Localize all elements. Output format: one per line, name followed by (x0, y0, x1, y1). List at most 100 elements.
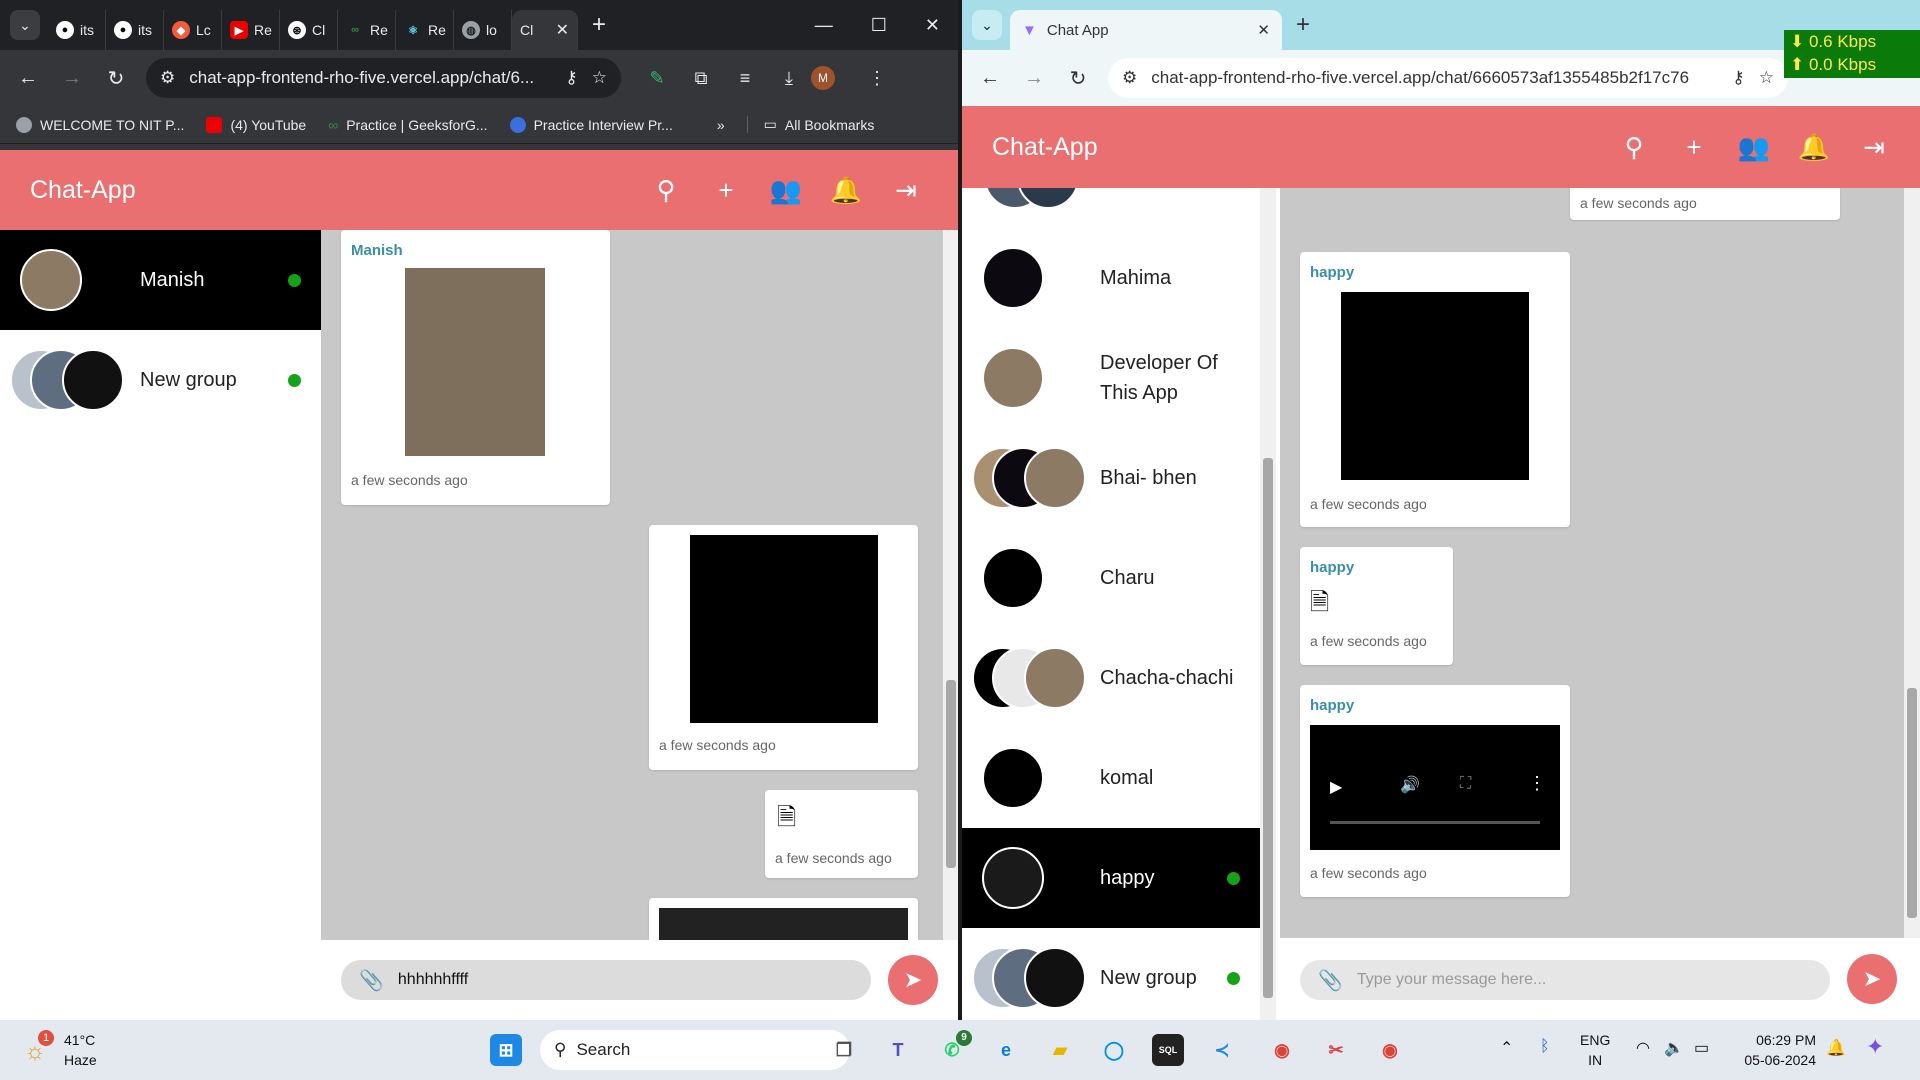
site-info-icon[interactable]: ⚙ (1122, 68, 1137, 88)
new-tab-button[interactable]: + (1296, 11, 1310, 39)
bookmark-youtube[interactable]: (4) YouTube (206, 116, 306, 133)
bell-icon[interactable]: 🔔 (1784, 132, 1844, 163)
bookmark-practice-interview[interactable]: Practice Interview Pr... (509, 116, 673, 133)
reload-icon[interactable]: ↻ (94, 66, 138, 91)
file-icon[interactable]: 🗎 (1310, 585, 1329, 626)
clock[interactable]: 06:29 PM 05-06-2024 (1740, 1030, 1816, 1070)
wifi-icon[interactable]: ◠ (1636, 1038, 1650, 1058)
chat-item-mahima[interactable]: Mahima (962, 228, 1260, 328)
bookmark-star-icon[interactable]: ☆ (1759, 68, 1774, 88)
bookmark-nit[interactable]: WELCOME TO NIT P... (16, 116, 184, 133)
extensions-icon[interactable]: ⧉ (679, 68, 723, 89)
windows-start-icon[interactable]: ⊞ (490, 1034, 522, 1066)
task-view-icon[interactable]: ❐ (828, 1034, 860, 1066)
chat-item-new-group[interactable]: New group (962, 928, 1260, 1020)
chat-item-manish[interactable]: Manish (0, 230, 321, 330)
image-attachment[interactable] (1341, 292, 1529, 480)
scrollbar-thumb[interactable] (1263, 458, 1273, 998)
scrollbar-thumb[interactable] (946, 680, 956, 868)
attach-icon[interactable]: 📎 (359, 968, 384, 993)
tray-overflow-icon[interactable]: ⌃ (1500, 1038, 1513, 1058)
add-icon[interactable]: + (1664, 132, 1724, 163)
forward-icon[interactable]: → (50, 67, 94, 90)
whatsapp-icon[interactable]: ✆ 9 (936, 1030, 972, 1066)
video-attachment[interactable] (659, 908, 908, 940)
close-tab-icon[interactable]: ✕ (556, 20, 569, 40)
teams-icon[interactable]: T (882, 1034, 914, 1066)
new-tab-button[interactable]: + (592, 11, 606, 39)
weather-text[interactable]: 41°C Haze (64, 1030, 97, 1070)
video-progress-bar[interactable] (1330, 821, 1540, 824)
chrome-profile-icon[interactable]: ◉ (1374, 1034, 1406, 1066)
video-player[interactable]: ▶ 🔊 ⛶ ⋮ (1310, 725, 1560, 850)
back-icon[interactable]: ← (968, 67, 1012, 90)
close-window-icon[interactable]: ✕ (925, 15, 940, 36)
minimize-icon[interactable]: — (815, 15, 833, 36)
back-icon[interactable]: ← (6, 67, 50, 90)
tab[interactable]: ∞ Re (338, 10, 396, 50)
logout-icon[interactable]: ⇥ (1844, 132, 1904, 163)
search-icon[interactable]: ⚲ (1604, 132, 1664, 163)
chat-list-scrollbar[interactable] (1260, 188, 1276, 1020)
password-key-icon[interactable]: ⚷ (1732, 68, 1744, 88)
download-icon[interactable]: ⤓ (767, 68, 811, 89)
pen-extension-icon[interactable]: ✎ (635, 68, 679, 89)
message-input[interactable]: 📎 hhhhhhffff (341, 960, 871, 1000)
volume-icon[interactable]: 🔊 (1400, 775, 1420, 795)
message-scrollbar[interactable] (1904, 188, 1920, 938)
search-icon[interactable]: ⚲ (636, 175, 696, 206)
vscode-icon[interactable]: ≺ (1206, 1034, 1238, 1066)
tab[interactable]: ◆ Lc (164, 10, 222, 50)
profile-button[interactable]: M (811, 66, 855, 90)
more-options-icon[interactable]: ⋮ (1528, 773, 1546, 794)
close-tab-icon[interactable]: ✕ (1257, 21, 1270, 39)
send-button[interactable]: ➤ (888, 955, 938, 1005)
all-bookmarks-button[interactable]: ▭ All Bookmarks (746, 116, 874, 133)
fullscreen-icon[interactable]: ⛶ (1460, 775, 1471, 793)
bookmarks-overflow-icon[interactable]: » (717, 117, 725, 133)
bluetooth-icon[interactable]: ᛒ (1540, 1038, 1550, 1056)
language-indicator[interactable]: ENG IN (1580, 1030, 1610, 1070)
scrollbar-thumb[interactable] (1907, 688, 1917, 918)
chat-item-komal[interactable]: komal (962, 728, 1260, 828)
tab[interactable]: ▶ Re (222, 10, 280, 50)
tab[interactable]: ● its (106, 10, 164, 50)
image-attachment[interactable] (405, 268, 545, 456)
weather-widget[interactable]: ☼ 1 (22, 1030, 58, 1068)
tab-active[interactable]: Cl ✕ (512, 10, 578, 50)
chat-item-happy[interactable]: happy (962, 828, 1260, 928)
tab[interactable]: ◍ lo (454, 10, 512, 50)
chat-item-bhai-bhen[interactable]: Bhai- bhen (962, 428, 1260, 528)
cortana-icon[interactable]: ◯ (1098, 1034, 1130, 1066)
attach-icon[interactable]: 📎 (1318, 968, 1343, 993)
copilot-icon[interactable]: ✦ (1866, 1034, 1884, 1060)
volume-icon[interactable]: 🔈 (1664, 1038, 1684, 1058)
taskbar-search[interactable]: ⚲ Search (540, 1030, 850, 1070)
edge-icon[interactable]: e (990, 1034, 1022, 1066)
chat-item-developer[interactable]: Developer Of This App (962, 328, 1260, 428)
tab[interactable]: ⚛ Re (396, 10, 454, 50)
tab-search-button[interactable]: ⌄ (972, 10, 1002, 40)
group-icon[interactable]: 👥 (1724, 132, 1784, 163)
mysql-icon[interactable]: SQL (1152, 1034, 1184, 1066)
media-control-icon[interactable]: ≡ (723, 68, 767, 89)
send-button[interactable]: ➤ (1847, 954, 1897, 1004)
reload-icon[interactable]: ↻ (1056, 66, 1100, 91)
file-explorer-icon[interactable]: ▰ (1044, 1034, 1076, 1066)
bell-icon[interactable]: 🔔 (816, 175, 876, 206)
chat-item-new-group[interactable]: New group (0, 330, 321, 430)
image-attachment[interactable] (690, 535, 878, 723)
logout-icon[interactable]: ⇥ (876, 175, 936, 206)
maximize-icon[interactable]: ☐ (871, 15, 887, 36)
play-icon[interactable]: ▶ (1330, 777, 1342, 797)
add-icon[interactable]: + (696, 175, 756, 206)
bookmark-star-icon[interactable]: ☆ (592, 68, 607, 88)
message-input[interactable]: 📎 Type your message here... (1300, 960, 1830, 1000)
site-info-icon[interactable]: ⚙ (160, 68, 175, 88)
chat-item-partial[interactable] (962, 188, 1260, 228)
battery-icon[interactable]: ▭ (1694, 1038, 1709, 1058)
chrome-icon[interactable]: ◉ (1266, 1034, 1298, 1066)
chat-item-chacha-chachi[interactable]: Chacha-chachi (962, 628, 1260, 728)
group-icon[interactable]: 👥 (756, 175, 816, 206)
tab-search-button[interactable]: ⌄ (10, 10, 40, 40)
